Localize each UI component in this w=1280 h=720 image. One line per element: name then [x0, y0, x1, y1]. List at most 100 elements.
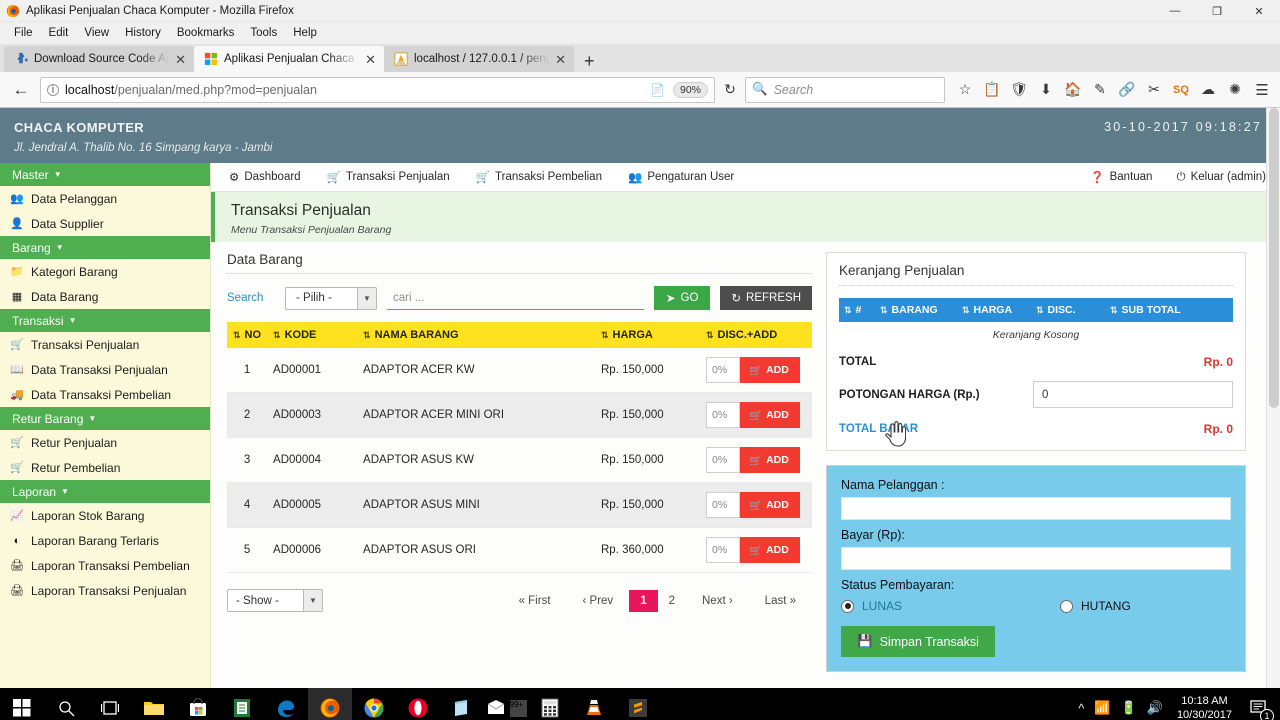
minimize-button[interactable]: —	[1154, 0, 1196, 22]
firefox-icon[interactable]	[308, 688, 352, 720]
wifi-icon[interactable]: 📶	[1094, 700, 1110, 716]
calculator-icon[interactable]	[528, 688, 572, 720]
sidebar-group-laporan[interactable]: Laporan ▼	[0, 480, 210, 503]
volume-icon[interactable]: 🔊	[1147, 700, 1163, 716]
disc-input[interactable]: 0%	[706, 537, 740, 563]
new-tab-button[interactable]: +	[574, 52, 605, 72]
pagination-page-1[interactable]: 1	[629, 589, 658, 612]
refresh-button[interactable]: ↻ REFRESH	[720, 286, 812, 310]
menu-tools[interactable]: Tools	[242, 25, 285, 41]
tab-close-icon[interactable]: ✕	[365, 53, 376, 66]
pagination-first[interactable]: « First	[503, 595, 567, 607]
show-select[interactable]: - Show - ▼	[227, 589, 323, 612]
col-disc-add[interactable]: ⇅ DISC.+ADD	[700, 322, 812, 348]
scrollbar-thumb[interactable]	[1269, 108, 1279, 408]
add-button[interactable]: 🛒 ADD	[740, 537, 800, 563]
pagination-last[interactable]: Last »	[749, 595, 812, 607]
shield-icon[interactable]: 🛡	[1007, 77, 1031, 103]
sticky-notes-icon[interactable]	[440, 688, 484, 720]
back-button[interactable]: ←	[6, 75, 36, 105]
menu-edit[interactable]: Edit	[41, 25, 77, 41]
tab-close-icon[interactable]: ✕	[175, 53, 186, 66]
pagination-next[interactable]: Next ›	[686, 595, 749, 607]
opera-icon[interactable]	[396, 688, 440, 720]
nav-dashboard[interactable]: ⚙ Dashboard	[229, 170, 301, 184]
reload-icon[interactable]: ↻	[719, 81, 741, 98]
seo-icon[interactable]: SQ	[1169, 77, 1193, 103]
sidebar-item-data-barang[interactable]: ▦ Data Barang	[0, 284, 210, 309]
tab-close-icon[interactable]: ✕	[555, 53, 566, 66]
close-button[interactable]: ✕	[1238, 0, 1280, 22]
disc-input[interactable]: 0%	[706, 447, 740, 473]
reader-mode-icon[interactable]: 📄	[650, 83, 665, 97]
home-icon[interactable]: 🏠	[1061, 77, 1085, 103]
disc-input[interactable]: 0%	[706, 492, 740, 518]
zoom-level-badge[interactable]: 90%	[672, 81, 708, 98]
cart-col-harga[interactable]: ⇅ HARGA	[957, 298, 1031, 322]
add-button[interactable]: 🛒 ADD	[740, 492, 800, 518]
radio-hutang[interactable]: HUTANG	[1060, 599, 1131, 613]
disc-input[interactable]: 0%	[706, 357, 740, 383]
sidebar-item-retur-penjualan[interactable]: 🛒 Retur Penjualan	[0, 430, 210, 455]
radio-lunas[interactable]: LUNAS	[841, 599, 902, 613]
notes-icon[interactable]	[220, 688, 264, 720]
url-bar[interactable]: i localhost/penjualan/med.php?mod=penjua…	[40, 76, 715, 103]
menu-help[interactable]: Help	[285, 25, 325, 41]
cart-col-disc[interactable]: ⇅ DISC.	[1031, 298, 1105, 322]
microsoft-store-icon[interactable]	[176, 688, 220, 720]
nav-bantuan[interactable]: ❓ Bantuan	[1090, 170, 1152, 184]
chevron-up-icon[interactable]: ^	[1078, 701, 1084, 716]
sidebar-item-laporan-transaksi-pembelian[interactable]: 🖨 Laporan Transaksi Pembelian	[0, 553, 210, 578]
nav-pengaturan-user[interactable]: 👥 Pengaturan User	[628, 170, 734, 184]
menu-bookmarks[interactable]: Bookmarks	[169, 25, 243, 41]
notification-center-icon[interactable]: 1	[1246, 695, 1274, 720]
add-button[interactable]: 🛒 ADD	[740, 357, 800, 383]
edge-icon[interactable]	[264, 688, 308, 720]
potongan-input[interactable]: 0	[1033, 381, 1233, 408]
sidebar-item-retur-pembelian[interactable]: 🛒 Retur Pembelian	[0, 455, 210, 480]
sidebar-item-data-transaksi-pembelian[interactable]: 🚚 Data Transaksi Pembelian	[0, 382, 210, 407]
cart-col-barang[interactable]: ⇅ BARANG	[875, 298, 957, 322]
scissors-icon[interactable]: ✂	[1142, 77, 1166, 103]
menu-file[interactable]: File	[6, 25, 41, 41]
menu-view[interactable]: View	[76, 25, 117, 41]
sidebar-item-laporan-stok-barang[interactable]: 📈 Laporan Stok Barang	[0, 503, 210, 528]
maximize-button[interactable]: ❐	[1196, 0, 1238, 22]
nama-pelanggan-input[interactable]	[841, 497, 1231, 520]
nav-transaksi-pembelian[interactable]: 🛒 Transaksi Pembelian	[476, 170, 602, 184]
browser-tab-1[interactable]: Aplikasi Penjualan Chaca Ko ✕	[194, 46, 384, 72]
col-kode[interactable]: ⇅ KODE	[267, 322, 358, 348]
battery-icon[interactable]: 🔋	[1121, 700, 1137, 716]
sidebar-item-data-supplier[interactable]: 👤 Data Supplier	[0, 211, 210, 236]
cloud-icon[interactable]: ☁	[1196, 77, 1220, 103]
sidebar-item-laporan-barang-terlaris[interactable]: ◐ Laporan Barang Terlaris	[0, 528, 210, 553]
col-nama-barang[interactable]: ⇅ NAMA BARANG	[357, 322, 595, 348]
extension-icon[interactable]: ✺	[1223, 77, 1247, 103]
bookmark-star-icon[interactable]: ☆	[953, 77, 977, 103]
download-icon[interactable]: ⬇	[1034, 77, 1058, 103]
filter-select[interactable]: - Pilih - ▼	[285, 286, 377, 310]
sidebar-item-laporan-transaksi-penjualan[interactable]: 🖨 Laporan Transaksi Penjualan	[0, 578, 210, 603]
pagination-prev[interactable]: ‹ Prev	[567, 595, 630, 607]
sidebar-group-transaksi[interactable]: Transaksi ▼	[0, 309, 210, 332]
file-explorer-icon[interactable]	[132, 688, 176, 720]
mail-icon[interactable]: 99+	[484, 688, 528, 720]
simpan-transaksi-button[interactable]: 💾 Simpan Transaksi	[841, 626, 995, 657]
sidebar-group-barang[interactable]: Barang ▼	[0, 236, 210, 259]
link-icon[interactable]: 🔗	[1115, 77, 1139, 103]
cart-col-subtotal[interactable]: ⇅ SUB TOTAL	[1105, 298, 1233, 322]
taskbar-clock[interactable]: 10:18 AM 10/30/2017	[1173, 694, 1236, 720]
cart-col-num[interactable]: ⇅ #	[839, 298, 875, 322]
chrome-icon[interactable]	[352, 688, 396, 720]
search-icon[interactable]	[44, 688, 88, 720]
col-harga[interactable]: ⇅ HARGA	[595, 322, 700, 348]
hamburger-menu-icon[interactable]: ☰	[1250, 77, 1274, 103]
menu-history[interactable]: History	[117, 25, 169, 41]
cari-input[interactable]: cari ...	[387, 287, 644, 310]
eyedropper-icon[interactable]: ✎	[1088, 77, 1112, 103]
vlc-icon[interactable]	[572, 688, 616, 720]
sidebar-item-kategori-barang[interactable]: 📁 Kategori Barang	[0, 259, 210, 284]
start-icon[interactable]	[0, 688, 44, 720]
disc-input[interactable]: 0%	[706, 402, 740, 428]
task-view-icon[interactable]	[88, 688, 132, 720]
